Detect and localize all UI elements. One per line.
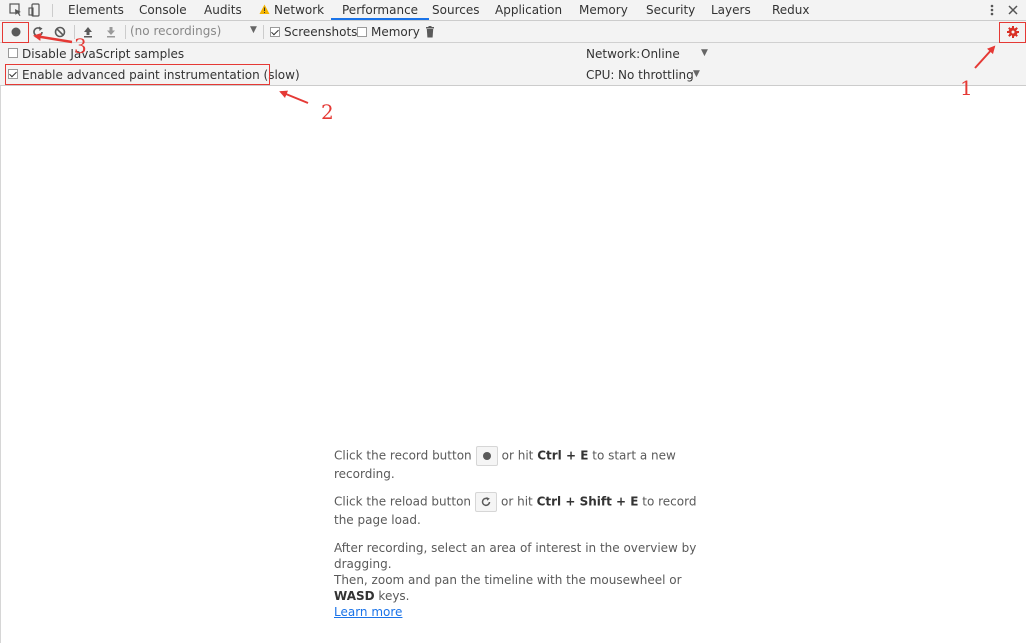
tab-separator <box>52 4 53 17</box>
annotation-number-3: 3 <box>74 34 87 58</box>
after-recording-text: After recording, select an area of inter… <box>334 541 697 571</box>
reload-instruction: Click the reload button or hit Ctrl + Shi… <box>334 492 704 528</box>
screenshots-label: Screenshots <box>284 25 358 39</box>
annotation-number-2: 2 <box>321 100 334 124</box>
tab-audits[interactable]: Audits <box>204 0 242 20</box>
tab-layers[interactable]: Layers <box>711 0 751 20</box>
trash-icon[interactable] <box>423 25 437 39</box>
tab-elements[interactable]: Elements <box>68 0 124 20</box>
landing-record-button[interactable] <box>475 446 498 466</box>
save-profile-icon[interactable] <box>104 25 118 39</box>
record-instruction: Click the record button or hit Ctrl + E t… <box>334 446 704 482</box>
chevron-down-icon: ▼ <box>250 25 257 35</box>
tab-redux[interactable]: Redux <box>772 0 810 20</box>
tab-performance[interactable]: Performance <box>331 0 430 20</box>
network-throttle-select[interactable]: Online <box>641 47 680 61</box>
device-toolbar-icon[interactable] <box>28 3 42 17</box>
tab-application[interactable]: Application <box>495 0 562 20</box>
annotation-arrow-2 <box>279 90 309 104</box>
toolbar-separator <box>263 25 264 39</box>
toolbar-separator <box>125 25 126 39</box>
recordings-select[interactable]: (no recordings) <box>130 24 221 38</box>
performance-toolbar: (no recordings) ▼ Screenshots Memory <box>0 21 1026 43</box>
disable-js-samples-label: Disable JavaScript samples <box>22 47 185 61</box>
annotation-box-paint <box>5 64 270 85</box>
tab-security[interactable]: Security <box>646 0 695 20</box>
more-options-icon[interactable] <box>985 3 999 17</box>
tab-sources[interactable]: Sources <box>432 0 479 20</box>
chevron-down-icon: ▼ <box>693 69 700 79</box>
annotation-box-record <box>2 22 29 43</box>
chevron-down-icon: ▼ <box>701 48 708 58</box>
tab-network[interactable]: Network <box>274 0 324 20</box>
memory-checkbox[interactable] <box>357 27 367 37</box>
inspect-element-icon[interactable] <box>9 3 23 17</box>
network-throttle-label: Network: <box>586 47 641 61</box>
annotation-box-settings <box>999 22 1026 43</box>
close-devtools-icon[interactable] <box>1006 3 1020 17</box>
zoom-instruction: Then, zoom and pan the timeline with the… <box>334 573 682 603</box>
learn-more-link[interactable]: Learn more <box>334 605 402 619</box>
cpu-throttle-label: CPU: <box>586 68 615 82</box>
reload-record-icon[interactable] <box>31 25 45 39</box>
panel-left-border <box>0 86 1 643</box>
devtools-tab-bar: Elements Console Audits Network Performa… <box>0 0 1026 21</box>
performance-landing-message: Click the record button or hit Ctrl + E t… <box>334 446 704 620</box>
cpu-throttle-select[interactable]: No throttling <box>618 68 694 82</box>
annotation-number-1: 1 <box>960 76 973 100</box>
tab-console[interactable]: Console <box>139 0 187 20</box>
warning-icon <box>259 4 270 18</box>
memory-label: Memory <box>371 25 420 39</box>
disable-js-samples-checkbox[interactable] <box>8 48 18 58</box>
clear-icon[interactable] <box>53 25 67 39</box>
tab-memory[interactable]: Memory <box>579 0 628 20</box>
landing-reload-button[interactable] <box>475 492 498 512</box>
screenshots-checkbox[interactable] <box>270 27 280 37</box>
